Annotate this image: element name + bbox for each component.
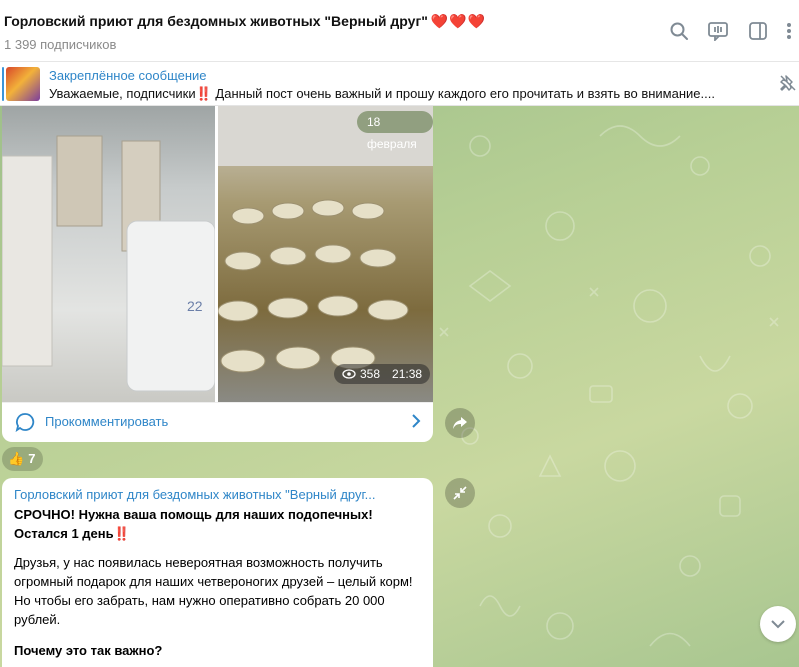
text-post[interactable]: Горловский приют для бездомных животных … — [2, 478, 433, 667]
more-icon[interactable] — [780, 18, 798, 44]
pinned-indicator — [2, 67, 4, 101]
subscriber-count: 1 399 подписчиков — [4, 37, 117, 52]
post-time: 21:38 — [392, 367, 423, 381]
thumbs-up-icon: 👍 — [8, 451, 25, 466]
post-headline-2: Остался 1 день‼️ — [14, 524, 421, 543]
collapse-button[interactable] — [445, 478, 475, 508]
date-badge: 18 февраля — [357, 111, 433, 151]
headline-exclamation: ‼️ — [113, 526, 130, 541]
views-eye-icon — [342, 369, 356, 379]
pinned-exclamation: ‼️ — [195, 86, 212, 101]
channel-title[interactable]: Горловский приют для бездомных животных … — [4, 13, 486, 30]
post-sender[interactable]: Горловский приют для бездомных животных … — [14, 487, 421, 502]
sidebar-toggle-icon[interactable] — [745, 18, 771, 44]
video-chat-icon[interactable] — [705, 18, 731, 44]
comment-bubble-icon — [15, 412, 35, 435]
chat-header: Горловский приют для бездомных животных … — [0, 0, 799, 62]
reaction-like[interactable]: 👍 7 — [2, 447, 44, 471]
post-meta: 358 21:38 — [334, 364, 431, 384]
headline-2-text: Остался 1 день — [14, 526, 114, 541]
comment-button[interactable]: Прокомментировать — [2, 402, 433, 442]
post-paragraph: Друзья, у нас появилась невероятная возм… — [14, 555, 413, 627]
title-hearts: ❤️❤️❤️ — [430, 13, 487, 29]
pinned-text: Уважаемые, подписчики‼️ Данный пост очен… — [49, 86, 715, 102]
chevron-down-icon — [771, 620, 785, 629]
channel-name: Горловский приют для бездомных животных … — [4, 13, 428, 29]
media-post[interactable]: 22 18 февраля 358 21:38 Прокомментироват… — [2, 106, 433, 442]
view-count: 358 — [360, 367, 381, 381]
chevron-right-icon — [411, 414, 421, 431]
pinned-thumbnail — [6, 67, 40, 101]
photo-boxes-illustration: 22 — [2, 135, 215, 392]
search-icon[interactable] — [666, 18, 692, 44]
reaction-count: 7 — [28, 451, 36, 466]
post-headline-1: СРОЧНО! Нужна ваша помощь для наших подо… — [14, 507, 373, 522]
collapse-arrows-icon — [453, 486, 467, 500]
post-question: Почему это так важно? — [14, 643, 163, 658]
unpin-icon[interactable] — [779, 74, 797, 95]
pinned-text-start: Уважаемые, подписчики — [49, 86, 196, 101]
scroll-to-bottom-button[interactable] — [760, 606, 796, 642]
pinned-text-end: Данный пост очень важный и прошу каждого… — [211, 86, 715, 101]
pinned-title: Закреплённое сообщение — [49, 68, 207, 83]
forward-arrow-icon — [453, 417, 467, 429]
chat-area[interactable]: 22 18 февраля 358 21:38 Прокомментироват… — [0, 106, 799, 667]
comment-label: Прокомментировать — [45, 414, 169, 429]
share-forward-button[interactable] — [445, 408, 475, 438]
post-photo-warehouse[interactable]: 22 — [2, 106, 215, 402]
pinned-message-bar[interactable]: Закреплённое сообщение Уважаемые, подпис… — [0, 62, 799, 106]
svg-text:22: 22 — [187, 298, 203, 314]
